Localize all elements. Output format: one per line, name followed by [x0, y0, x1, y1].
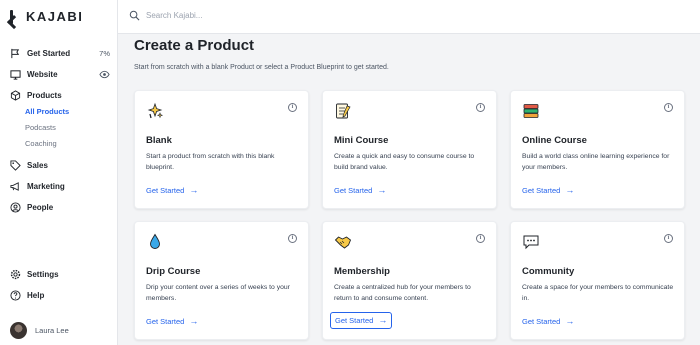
arrow-right-icon: → — [378, 315, 388, 325]
droplet-icon — [150, 233, 160, 249]
sidebar-item-label: Products — [27, 91, 62, 100]
arrow-right-icon: → — [565, 185, 575, 195]
flag-icon — [11, 48, 20, 59]
cta-label: Get Started — [146, 186, 185, 195]
card-title: Blank — [146, 135, 172, 146]
sidebar-item-marketing[interactable]: Marketing — [10, 181, 110, 192]
sidebar-item-people[interactable]: People — [10, 202, 110, 213]
search-input[interactable]: Search Kajabi... — [129, 10, 202, 21]
get-started-button[interactable]: Get Started → — [146, 315, 198, 328]
notepad-icon — [336, 103, 351, 119]
card-title: Community — [522, 266, 575, 277]
info-icon[interactable]: i — [664, 103, 673, 112]
top-bar: Search Kajabi... — [118, 0, 700, 34]
sidebar-subitem-podcasts[interactable]: Podcasts — [25, 123, 56, 132]
sidebar-item-label: Website — [27, 70, 58, 79]
kajabi-logo-icon — [10, 9, 22, 24]
info-icon[interactable]: i — [288, 234, 297, 243]
handshake-icon — [334, 236, 352, 249]
tag-icon — [10, 160, 21, 171]
sidebar-item-get-started[interactable]: Get Started 7% — [10, 48, 110, 59]
monitor-icon — [10, 70, 21, 80]
search-placeholder: Search Kajabi... — [146, 11, 203, 20]
sidebar-item-products[interactable]: Products — [10, 90, 110, 101]
card-description: Start a product from scratch with this b… — [146, 153, 275, 171]
sidebar-item-sales[interactable]: Sales — [10, 160, 110, 171]
product-card-mini-course[interactable]: i Mini Course Create a quick and easy to… — [322, 90, 497, 209]
cta-label: Get Started — [335, 316, 374, 325]
product-card-blank[interactable]: i Blank Start a product from scratch wit… — [134, 90, 309, 209]
sidebar-item-label: Settings — [27, 270, 59, 279]
card-description: Create a quick and easy to consume cours… — [334, 153, 475, 171]
sidebar-item-label: Marketing — [27, 182, 65, 191]
arrow-right-icon: → — [189, 185, 199, 195]
cta-label: Get Started — [522, 317, 561, 326]
arrow-right-icon: → — [565, 316, 575, 326]
product-card-membership[interactable]: i Membership Create a centralized hub fo… — [322, 221, 497, 340]
sidebar-item-label: People — [27, 203, 54, 212]
arrow-right-icon: → — [377, 185, 387, 195]
gear-icon — [10, 269, 21, 280]
sparkle-icon — [147, 102, 164, 119]
sidebar-item-settings[interactable]: Settings — [10, 269, 110, 280]
brand-name: KAJABI — [26, 9, 84, 24]
cta-label: Get Started — [522, 186, 561, 195]
profile-name: Laura Lee — [35, 326, 69, 335]
search-icon — [129, 10, 140, 21]
cta-label: Get Started — [334, 186, 373, 195]
arrow-right-icon: → — [189, 316, 199, 326]
card-title: Online Course — [522, 135, 587, 146]
info-icon[interactable]: i — [288, 103, 297, 112]
chat-bubble-icon — [523, 235, 539, 250]
card-description: Create a space for your members to commu… — [522, 284, 674, 302]
get-started-button[interactable]: Get Started → — [522, 184, 574, 197]
info-icon[interactable]: i — [476, 234, 485, 243]
info-icon[interactable]: i — [476, 103, 485, 112]
page-title: Create a Product — [134, 37, 255, 54]
sidebar-item-website[interactable]: Website — [10, 69, 110, 80]
profile-menu[interactable]: Laura Lee — [10, 322, 69, 339]
get-started-button[interactable]: Get Started → — [334, 184, 386, 197]
kajabi-logo[interactable]: KAJABI — [10, 9, 83, 24]
card-description: Drip your content over a series of weeks… — [146, 284, 290, 302]
megaphone-icon — [10, 182, 19, 191]
eye-icon[interactable] — [99, 69, 110, 80]
sidebar-item-help[interactable]: Help — [10, 290, 110, 301]
product-card-community[interactable]: i Community Create a space for your memb… — [510, 221, 685, 340]
page-subtitle: Start from scratch with a blank Product … — [134, 64, 389, 71]
sidebar-item-label: Get Started — [27, 49, 71, 58]
get-started-button[interactable]: Get Started → — [146, 184, 198, 197]
info-icon[interactable]: i — [664, 234, 673, 243]
avatar — [10, 322, 27, 339]
product-card-drip-course[interactable]: i Drip Course Drip your content over a s… — [134, 221, 309, 340]
user-circle-icon — [10, 202, 21, 213]
sidebar-item-label: Help — [27, 291, 45, 300]
card-description: Create a centralized hub for your member… — [334, 284, 471, 302]
cta-label: Get Started — [146, 317, 185, 326]
sidebar-subitem-coaching[interactable]: Coaching — [25, 139, 57, 148]
product-card-online-course[interactable]: i Online Course Build a world class onli… — [510, 90, 685, 209]
sidebar-subitem-all-products[interactable]: All Products — [25, 107, 69, 116]
sidebar-item-label: Sales — [27, 161, 48, 170]
card-title: Drip Course — [146, 266, 201, 277]
card-title: Mini Course — [334, 135, 389, 146]
books-icon — [523, 104, 539, 118]
progress-percent: 7% — [99, 49, 110, 58]
card-title: Membership — [334, 266, 390, 277]
box-icon — [10, 90, 21, 101]
card-description: Build a world class online learning expe… — [522, 153, 670, 171]
get-started-button[interactable]: Get Started → — [522, 315, 574, 328]
help-icon — [10, 290, 21, 301]
get-started-button[interactable]: Get Started → — [330, 312, 393, 329]
sidebar: KAJABI Get Started 7% Website Products A… — [0, 0, 118, 345]
